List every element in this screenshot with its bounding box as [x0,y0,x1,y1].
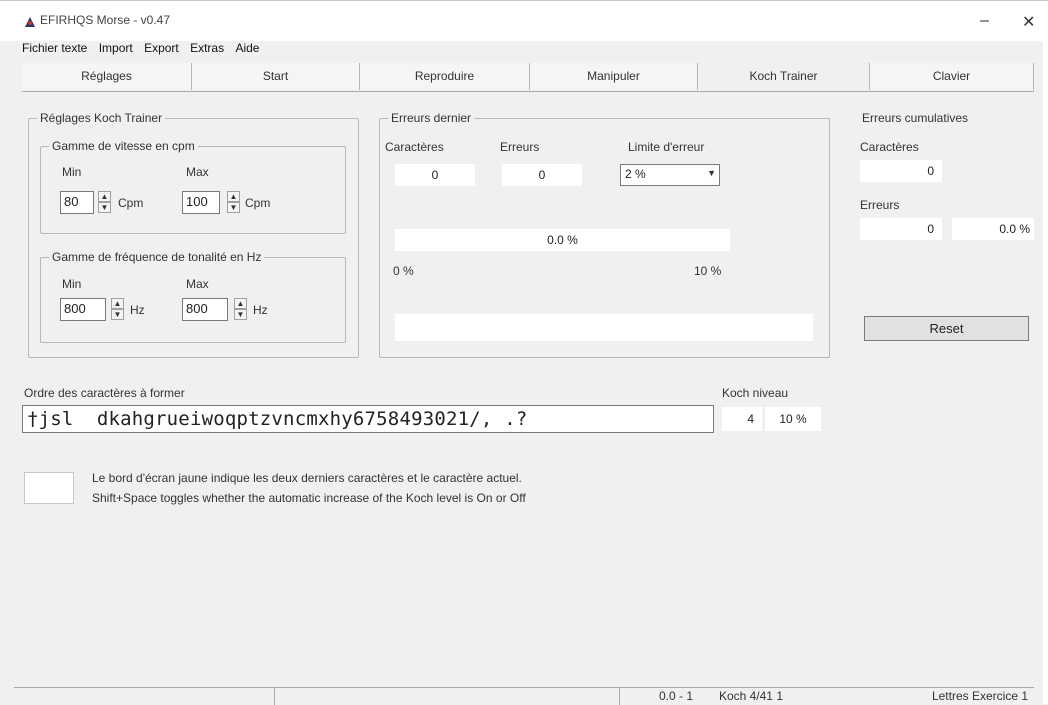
order-label: Ordre des caractères à former [24,386,185,400]
speed-min-unit: Cpm [118,196,144,210]
last-chars-value: 0 [395,164,475,186]
current-char-box [24,472,74,504]
scale-max-label: 10 % [694,264,722,278]
freq-max-input[interactable]: 800 [182,298,228,321]
progress-text: 0.0 % [547,233,578,247]
freq-max-up[interactable]: ▲ [234,298,247,309]
speed-min-input[interactable]: 80 [60,191,94,214]
koch-level-value: 4 [722,407,762,431]
speed-range-title: Gamme de vitesse en cpm [49,139,198,153]
koch-level-label: Koch niveau [722,386,789,400]
scale-min-label: 0 % [393,264,414,278]
menu-bar: Fichier texte Import Export Extras Aide [22,41,267,59]
freq-range-title: Gamme de fréquence de tonalité en Hz [49,250,265,264]
freq-min-input[interactable]: 800 [60,298,106,321]
app-icon [25,17,35,27]
menu-fichier-texte[interactable]: Fichier texte [22,41,87,55]
error-bar [395,314,813,341]
freq-min-up[interactable]: ▲ [111,298,124,309]
speed-max-input[interactable]: 100 [182,191,220,214]
cum-chars-label: Caractères [860,140,919,154]
menu-export[interactable]: Export [144,41,179,55]
menu-import[interactable]: Import [99,41,133,55]
tab-start[interactable]: Start [192,63,360,90]
chevron-down-icon: ▼ [707,168,716,178]
freq-max-down[interactable]: ▼ [234,309,247,320]
tab-koch-trainer[interactable]: Koch Trainer [698,63,870,90]
tab-bar: Réglages Start Reproduire Manipuler Koch… [22,63,1034,92]
speed-max-unit: Cpm [245,196,271,210]
speed-max-down[interactable]: ▼ [227,202,240,213]
speed-max-up[interactable]: ▲ [227,191,240,202]
hint-line-2: Shift+Space toggles whether the automati… [92,491,526,505]
speed-min-down[interactable]: ▼ [98,202,111,213]
tab-manipuler[interactable]: Manipuler [530,63,698,90]
error-limit-value: 2 % [625,167,646,181]
speed-min-label: Min [62,165,82,179]
close-button[interactable]: ✕ [1022,12,1035,32]
freq-max-unit: Hz [253,303,268,317]
last-errors-value: 0 [502,164,582,186]
last-errors-label: Erreurs [500,140,540,154]
char-order-input[interactable]: †jsl dkahgrueiwoqptzvncmxhy6758493021/, … [22,405,714,433]
status-seg-5: Lettres Exercice 1 [931,689,1028,703]
error-limit-label: Limite d'erreur [628,140,705,154]
window-title: EFIRHQS Morse - v0.47 [40,13,171,27]
freq-min-down[interactable]: ▼ [111,309,124,320]
tab-reglages[interactable]: Réglages [22,63,192,90]
freq-min-label: Min [62,277,82,291]
tab-clavier[interactable]: Clavier [870,63,1034,90]
window-edge [1043,40,1048,704]
speed-range-group: Gamme de vitesse en cpm [40,139,346,234]
cum-chars-value: 0 [860,160,942,182]
last-errors-progress: 0.0 % [395,229,730,251]
koch-level-pct: 10 % [765,407,821,431]
hint-line-1: Le bord d'écran jaune indique les deux d… [92,471,522,485]
speed-max-label: Max [186,165,209,179]
reset-button[interactable]: Reset [864,316,1029,341]
cum-errors-value: 0 [860,218,942,240]
koch-settings-title: Réglages Koch Trainer [37,111,166,125]
menu-aide[interactable]: Aide [235,41,259,55]
last-errors-title: Erreurs dernier [388,111,475,125]
error-limit-dropdown[interactable]: 2 % ▼ [620,164,720,186]
minimize-button[interactable]: ‒ [980,12,989,30]
status-seg-2 [274,688,620,705]
tab-reproduire[interactable]: Reproduire [360,63,530,90]
status-seg-3: 0.0 - 1 [619,688,699,705]
status-bar: 0.0 - 1 Koch 4/41 1 Lettres Exercice 1 [14,687,1034,705]
status-seg-1 [14,688,274,705]
status-seg-4: Koch 4/41 1 [718,689,783,703]
menu-extras[interactable]: Extras [190,41,224,55]
cum-errors-label: Erreurs [860,198,900,212]
last-chars-label: Caractères [385,140,444,154]
cum-errors-pct: 0.0 % [952,218,1034,240]
freq-min-unit: Hz [130,303,145,317]
speed-min-up[interactable]: ▲ [98,191,111,202]
freq-max-label: Max [186,277,209,291]
cumulative-errors-title: Erreurs cumulatives [859,111,972,125]
